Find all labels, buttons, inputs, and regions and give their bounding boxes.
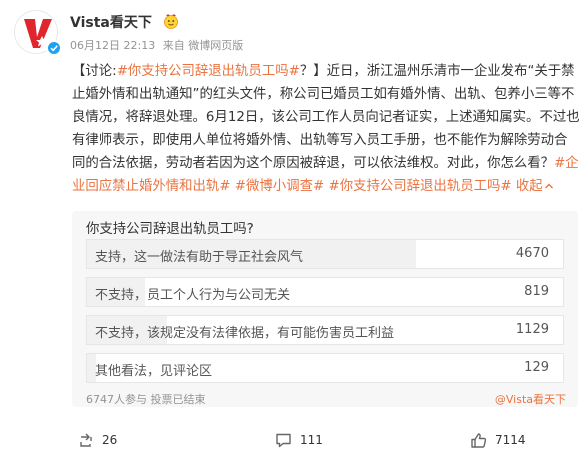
poll-card: 你支持公司辞退出轨员工吗? 支持，这一做法有助于导正社会风气 4670 不支持，… <box>72 211 578 407</box>
like-button[interactable]: 7114 <box>470 426 526 454</box>
poll-option: 其他看法，见评论区 129 <box>86 353 564 383</box>
collapse-button[interactable]: 收起 <box>516 179 554 194</box>
poll-option-count: 1129 <box>515 322 549 337</box>
poll-option-label: 不支持，该规定没有法律依据，有可能伤害员工利益 <box>95 326 395 341</box>
post-text-body: ？】近日，浙江温州乐清市一企业发布“关于禁止婚外情和出轨通知”的红头文件，称公司… <box>72 64 580 171</box>
emoji-badge-icon <box>163 13 179 29</box>
poll-option-label: 不支持，员工个人行为与公司无关 <box>95 288 291 303</box>
poll-option-count: 4670 <box>515 246 549 261</box>
poll-option-label: 支持，这一做法有助于导正社会风气 <box>95 250 304 265</box>
topic-link-2[interactable]: #微博小调查# <box>235 179 324 194</box>
post-meta: 06月12日 22:13 来自 微博网页版 <box>70 37 247 53</box>
like-count: 7114 <box>495 433 526 447</box>
poll-option-label: 其他看法，见评论区 <box>95 364 213 379</box>
post-text-intro: 【讨论: <box>72 64 117 79</box>
user-name[interactable]: Vista看天下 <box>70 12 152 32</box>
post-source: 来自 微博网页版 <box>162 39 244 52</box>
poll-option: 支持，这一做法有助于导正社会风气 4670 <box>86 239 564 269</box>
poll-author-link[interactable]: @Vista看天下 <box>495 391 566 407</box>
poll-option: 不支持，员工个人行为与公司无关 819 <box>86 277 564 307</box>
chevron-up-icon <box>544 183 553 189</box>
repost-icon <box>80 433 92 447</box>
repost-count: 26 <box>102 433 118 447</box>
repost-button[interactable]: 26 <box>78 426 117 454</box>
topic-link-main[interactable]: #你支持公司辞退出轨员工吗# <box>117 64 300 79</box>
comment-count: 111 <box>300 433 323 447</box>
thumbs-up-icon <box>471 432 487 448</box>
poll-option: 不支持，该规定没有法律依据，有可能伤害员工利益 1129 <box>86 315 564 345</box>
action-bar: 26 111 7114 <box>0 426 588 454</box>
poll-question: 你支持公司辞退出轨员工吗? <box>86 222 254 237</box>
poll-option-count: 819 <box>524 284 549 299</box>
post-timestamp[interactable]: 06月12日 22:13 <box>70 39 155 52</box>
poll-participants: 6747人参与 投票已结束 <box>86 393 206 406</box>
avatar[interactable] <box>14 10 62 56</box>
post-header: Vista看天下 06月12日 22:13 来自 微博网页版 <box>14 10 574 62</box>
post-body: 【讨论:#你支持公司辞退出轨员工吗#？】近日，浙江温州乐清市一企业发布“关于禁止… <box>72 60 580 198</box>
verified-icon <box>46 40 62 56</box>
poll-option-count: 129 <box>524 360 549 375</box>
comment-icon <box>276 433 291 448</box>
comment-button[interactable]: 111 <box>275 426 323 454</box>
topic-link-3[interactable]: #你支持公司辞退出轨员工吗# <box>328 179 511 194</box>
collapse-label: 收起 <box>515 179 543 194</box>
